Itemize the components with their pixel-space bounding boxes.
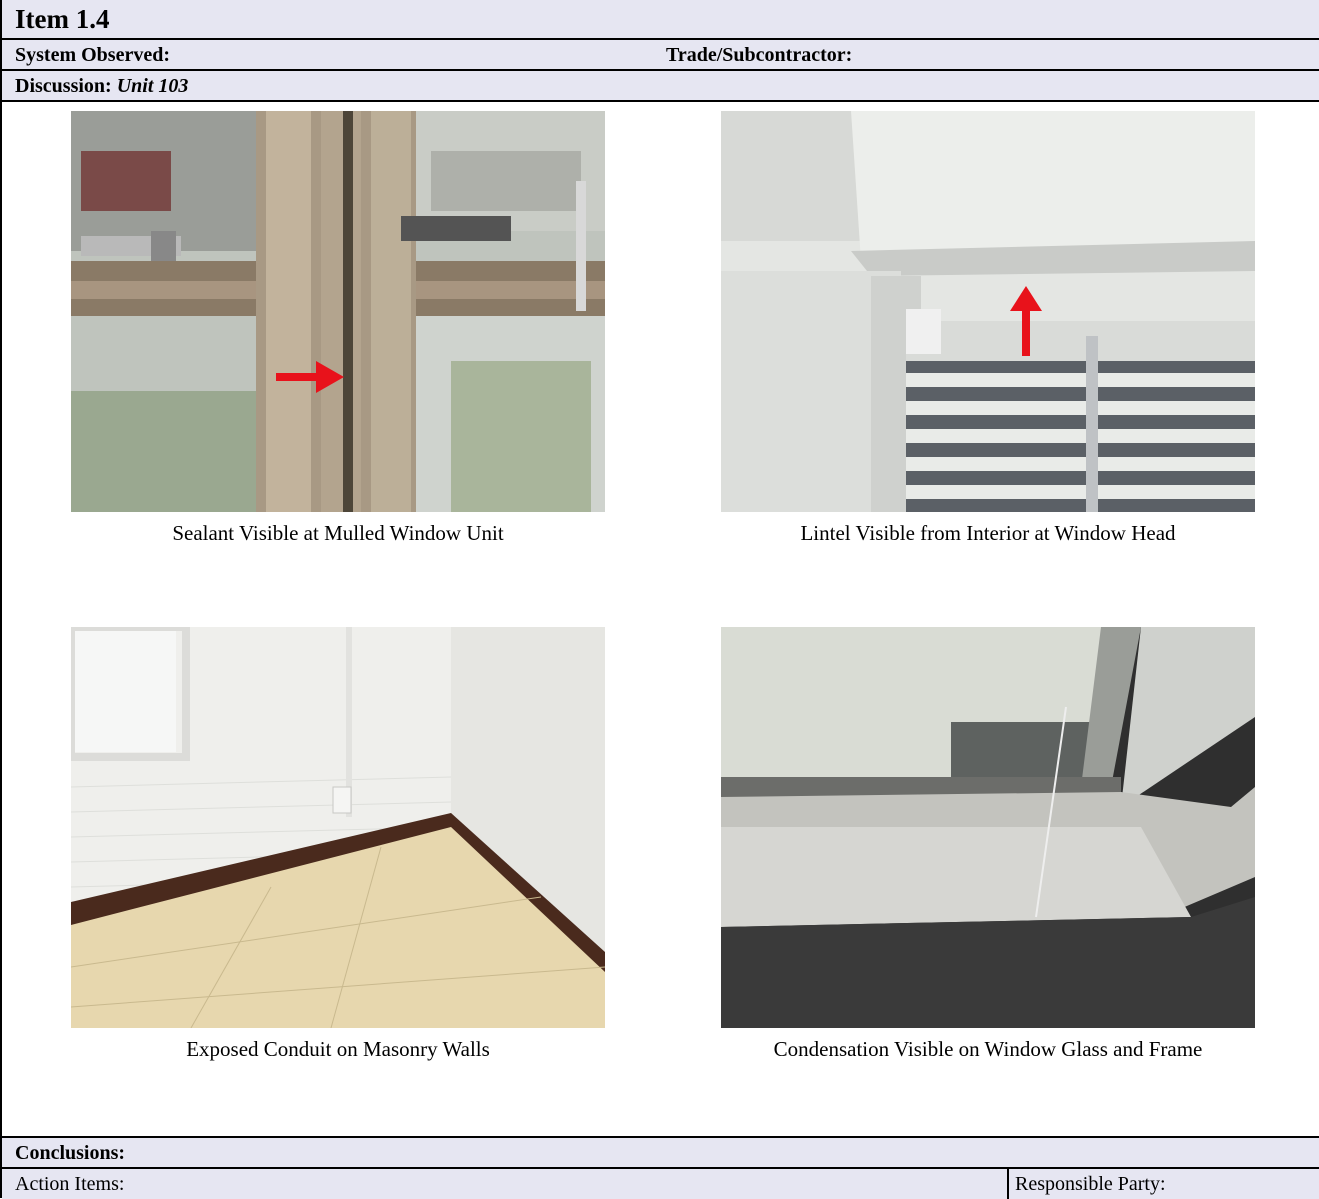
conclusions-label: Conclusions: — [15, 1142, 126, 1164]
conclusions-row: Conclusions: — [2, 1136, 1319, 1167]
action-items-label: Action Items: — [15, 1173, 125, 1195]
caption-photo-2: Lintel Visible from Interior at Window H… — [800, 521, 1176, 545]
caption-photo-1: Sealant Visible at Mulled Window Unit — [172, 521, 504, 545]
trade-subcontractor-label: Trade/Subcontractor: — [666, 44, 853, 66]
discussion-value: Unit 103 — [116, 75, 189, 97]
system-observed-label: System Observed: — [15, 44, 170, 66]
column-divider — [1007, 1169, 1009, 1199]
system-trade-row: System Observed: Trade/Subcontractor: — [2, 40, 1319, 71]
discussion-label: Discussion: Unit 103 — [15, 75, 189, 97]
action-items-row: Action Items: Responsible Party: — [2, 1167, 1319, 1199]
item-title-row: Item 1.4 — [2, 0, 1319, 40]
photo-mulled-window — [71, 111, 605, 512]
item-title: Item 1.4 — [15, 4, 110, 34]
photo-condensation — [721, 627, 1255, 1028]
photo-conduit — [71, 627, 605, 1028]
photo-lintel — [721, 111, 1255, 512]
discussion-row: Discussion: Unit 103 — [2, 71, 1319, 102]
caption-photo-4: Condensation Visible on Window Glass and… — [773, 1037, 1203, 1061]
caption-photo-3: Exposed Conduit on Masonry Walls — [186, 1037, 490, 1061]
responsible-party-label: Responsible Party: — [1015, 1173, 1166, 1195]
